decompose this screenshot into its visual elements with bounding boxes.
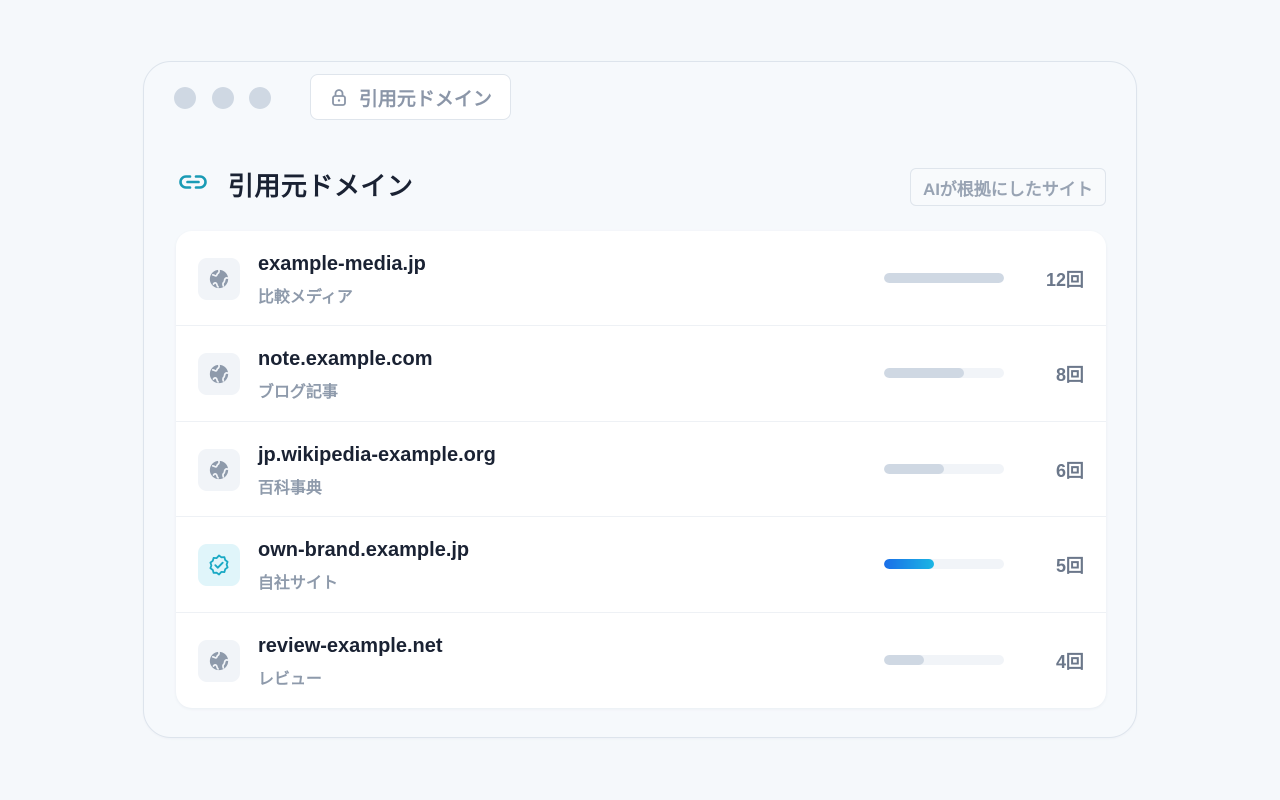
citation-count: 8回 [1055, 365, 1084, 386]
citation-bar-track [884, 368, 1004, 379]
citation-bar-fill [884, 559, 935, 570]
address-bar-text: 引用元ドメイン [359, 88, 493, 110]
domain-row[interactable]: note.example.com ブログ記事 8回 [176, 326, 1106, 422]
window-control-maximize[interactable] [249, 87, 271, 109]
citation-count: 12回 [1045, 270, 1084, 290]
lock-icon [331, 88, 347, 106]
address-bar[interactable]: 引用元ドメイン [310, 74, 512, 120]
citation-bar-track [884, 463, 1004, 474]
citation-bar-fill [884, 273, 1004, 283]
domain-name: example-media.jp [258, 253, 426, 275]
window-control-close[interactable] [174, 87, 196, 109]
globe-icon [198, 639, 240, 682]
citation-bar-fill [884, 654, 924, 665]
section-header: 引用元ドメイン [178, 166, 414, 203]
window-control-minimize[interactable] [212, 87, 234, 109]
domain-row[interactable]: own-brand.example.jp 自社サイト 5回 [176, 517, 1106, 613]
domain-category: レビュー [258, 670, 323, 688]
citation-bar-track [884, 559, 1004, 570]
window-titlebar: 引用元ドメイン [144, 62, 1136, 136]
info-badge: AIが根拠にしたサイト [910, 168, 1106, 206]
domain-name: own-brand.example.jp [258, 539, 470, 562]
domain-category: 百科事典 [258, 479, 323, 497]
citation-bar-track [884, 654, 1004, 665]
domain-category: 自社サイト [258, 575, 339, 593]
domain-category: ブログ記事 [258, 384, 339, 402]
domain-row[interactable]: review-example.net レビュー 4回 [176, 613, 1106, 708]
citation-bar-fill [884, 368, 965, 379]
domain-name: review-example.net [258, 634, 443, 657]
browser-window: 引用元ドメイン 引用元ドメイン AIが根拠にしたサイト example-medi… [143, 61, 1137, 738]
section-title: 引用元ドメイン [228, 171, 414, 201]
globe-icon [198, 258, 240, 300]
domain-category: 比較メディア [258, 289, 353, 306]
link-icon [178, 174, 208, 195]
globe-icon [198, 448, 240, 491]
citation-count: 6回 [1055, 460, 1084, 481]
verified-badge-icon [198, 544, 240, 587]
citation-count: 4回 [1055, 651, 1084, 672]
globe-icon [198, 353, 240, 396]
citation-bar-fill [884, 463, 944, 474]
domain-row[interactable]: jp.wikipedia-example.org 百科事典 6回 [176, 422, 1106, 518]
citation-count: 5回 [1055, 556, 1084, 577]
domain-row[interactable]: example-media.jp 比較メディア 12回 [176, 231, 1106, 327]
domain-name: note.example.com [258, 348, 433, 371]
domain-list: example-media.jp 比較メディア 12回 note.example.co… [176, 231, 1106, 708]
domain-name: jp.wikipedia-example.org [258, 443, 496, 466]
citation-bar-track [884, 273, 1004, 283]
